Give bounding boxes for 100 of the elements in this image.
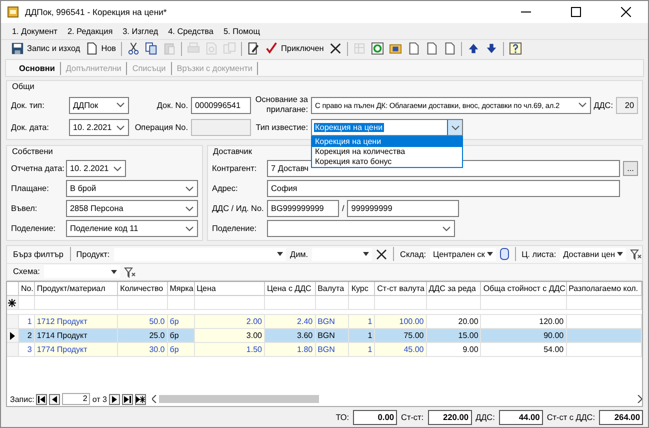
- column-header[interactable]: Обща стойност с ДДС: [481, 282, 567, 296]
- dropdown-option[interactable]: Корекция на цени: [312, 137, 462, 147]
- filter-label: Ц. листа:: [522, 250, 556, 259]
- copy-icon: [145, 42, 158, 55]
- dropdown-option[interactable]: Корекция като бонус: [312, 157, 462, 167]
- checkmark-icon: [265, 42, 278, 55]
- notice-type-dropdown[interactable]: Корекция на цени: [311, 119, 463, 136]
- doc-type-dropdown[interactable]: ДДПок: [69, 96, 129, 114]
- menu-item[interactable]: 1. Документ: [11, 26, 58, 36]
- vat-number-field[interactable]: BG999999999: [267, 200, 339, 217]
- table-cell: 2.40: [265, 315, 316, 329]
- column-header[interactable]: No.: [18, 282, 35, 296]
- print-preview-icon: [205, 42, 218, 55]
- price-list-dropdown[interactable]: Доставни цен: [560, 248, 626, 261]
- toolbar-button[interactable]: Нов: [83, 40, 118, 56]
- chevron-left-icon: [152, 395, 157, 403]
- separator-text: /: [342, 204, 344, 213]
- field-label: Контрагент:: [212, 164, 258, 173]
- last-record-button[interactable]: [122, 394, 133, 404]
- toolbar-button[interactable]: Запис и изход: [9, 40, 82, 56]
- next-record-button[interactable]: [108, 394, 120, 404]
- group-title: Общи: [12, 82, 34, 91]
- column-header[interactable]: Мярка: [168, 282, 195, 296]
- field-label: Отчетна дата:: [11, 164, 66, 173]
- filter-label: Склад:: [400, 250, 426, 259]
- caret-down-icon: [486, 252, 493, 256]
- column-header[interactable]: Курс: [349, 282, 376, 296]
- app-icon: [7, 6, 19, 18]
- column-header[interactable]: Цена: [194, 282, 265, 296]
- browse-button[interactable]: ...: [623, 161, 638, 176]
- last-icon: [124, 396, 131, 402]
- column-header[interactable]: Продукт/материал: [34, 282, 118, 296]
- cut-icon: [127, 42, 140, 55]
- field-label: ДДС / Ид. No.: [212, 204, 265, 213]
- table-cell: 1774 Продукт: [34, 343, 118, 357]
- doc-number-field[interactable]: 0000996541: [191, 96, 251, 114]
- filter-label: Дим.: [290, 250, 308, 259]
- field-label: Поделение:: [11, 224, 57, 233]
- column-header[interactable]: ДДС за реда: [426, 282, 482, 296]
- tab[interactable]: Основни: [14, 62, 61, 74]
- date-picker[interactable]: 10. 2.2021: [69, 119, 129, 136]
- column-header[interactable]: Цена с ДДС: [265, 282, 316, 296]
- arrow-up-icon: [466, 42, 480, 55]
- previous-record-button[interactable]: [49, 394, 60, 404]
- database-icon[interactable]: [500, 248, 509, 260]
- group-title: Собствени: [12, 147, 53, 156]
- chevron-right-icon: [637, 395, 642, 403]
- column-header[interactable]: Количество: [118, 282, 168, 296]
- address-field[interactable]: София: [267, 180, 620, 197]
- dropdown[interactable]: 2858 Персона: [66, 200, 198, 217]
- record-number-field[interactable]: 2: [62, 393, 90, 405]
- document-icon: [424, 42, 438, 55]
- column-header[interactable]: Разполагаемо кол.: [566, 282, 642, 296]
- dimension-filter-field[interactable]: [312, 248, 372, 261]
- column-header[interactable]: Ст-ст валута: [375, 282, 427, 296]
- total-value: 0.00: [353, 410, 398, 424]
- division-dropdown[interactable]: [267, 220, 455, 237]
- document-icon: [442, 42, 456, 55]
- dropdown[interactable]: Поделение код 11: [66, 220, 198, 237]
- filter-label: Продукт:: [76, 250, 110, 259]
- id-number-field[interactable]: 999999999: [347, 200, 460, 217]
- menu-item[interactable]: 4. Средства: [167, 26, 214, 36]
- operation-number-field[interactable]: [191, 119, 251, 136]
- table-cell: 1: [349, 315, 376, 329]
- clear-icon[interactable]: [376, 248, 388, 260]
- caret-down-icon: [617, 252, 624, 256]
- field-label: Тип известие:: [254, 123, 308, 132]
- new-record-button[interactable]: [134, 394, 146, 404]
- dropdown-option[interactable]: Корекция на количества: [312, 147, 462, 157]
- paste-icon: [163, 42, 176, 55]
- menu-item[interactable]: 2. Редакция: [66, 26, 114, 36]
- filter-clear-icon[interactable]: [124, 266, 136, 278]
- new-row-icon: [8, 298, 16, 306]
- arrow-down-icon: [484, 42, 498, 55]
- table-cell: 100.00: [375, 315, 427, 329]
- filter-clear-icon[interactable]: [630, 248, 642, 260]
- product-filter-field[interactable]: [114, 248, 286, 261]
- chevron-down-icon: [185, 206, 194, 212]
- table-cell: BGN: [316, 343, 350, 357]
- table-cell: 75.00: [375, 329, 427, 343]
- column-header[interactable]: Валута: [316, 282, 350, 296]
- current-row-icon: [10, 332, 15, 340]
- date-picker[interactable]: 10. 2.2021: [66, 160, 126, 177]
- warehouse-dropdown[interactable]: Централен ск: [430, 248, 496, 261]
- menu-item[interactable]: 5. Помощ: [222, 26, 261, 36]
- menu-item[interactable]: 3. Изглед: [122, 26, 160, 36]
- empty-cell: [375, 296, 427, 310]
- table-cell: 15.00: [426, 329, 482, 343]
- toolbar-button[interactable]: Приключен: [263, 40, 326, 56]
- dropdown[interactable]: В брой: [66, 180, 198, 197]
- group-title: Доставчик: [213, 147, 252, 156]
- total-value: 264.00: [599, 410, 643, 424]
- horizontal-scrollbar[interactable]: [152, 395, 642, 403]
- caret-down-icon: [110, 270, 117, 274]
- close-icon: [328, 42, 342, 55]
- maximize-icon: [571, 7, 581, 17]
- help-button[interactable]: [506, 40, 524, 56]
- next-icon: [112, 396, 117, 402]
- vat-rate-field[interactable]: 20: [616, 96, 638, 114]
- first-record-button[interactable]: [36, 394, 48, 404]
